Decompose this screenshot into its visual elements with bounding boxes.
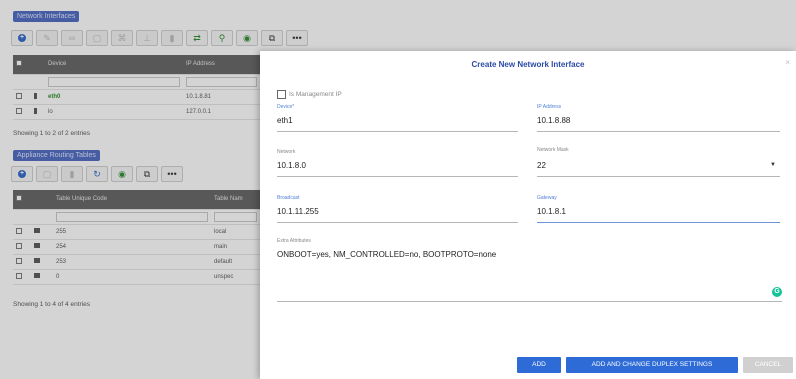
add-and-change-duplex-button[interactable]: ADD AND CHANGE DUPLEX SETTINGS: [566, 357, 738, 373]
device-field[interactable]: Device* eth1: [277, 104, 518, 134]
network-mask-select[interactable]: 22: [537, 161, 546, 170]
caret-down-icon[interactable]: ▼: [770, 162, 776, 168]
broadcast-label: Broadcast: [277, 195, 300, 201]
network-field[interactable]: Network 10.1.8.0: [277, 149, 518, 179]
broadcast-field[interactable]: Broadcast 10.1.11.255: [277, 195, 518, 225]
gateway-label: Gateway: [537, 195, 557, 201]
extra-attributes-textarea[interactable]: ONBOOT=yes, NM_CONTROLLED=no, BOOTPROTO=…: [277, 250, 496, 259]
ip-address-input[interactable]: 10.1.8.88: [537, 116, 570, 125]
cancel-button[interactable]: CANCEL: [743, 357, 793, 373]
create-network-interface-dialog: Create New Network Interface × Is Manage…: [260, 51, 796, 379]
management-ip-checkbox[interactable]: [277, 90, 286, 99]
dialog-title: Create New Network Interface: [471, 60, 585, 69]
extra-attributes-field[interactable]: Extra Attributes ONBOOT=yes, NM_CONTROLL…: [277, 238, 782, 304]
extra-attributes-label: Extra Attributes: [277, 238, 311, 244]
network-mask-field[interactable]: Network Mask 22 ▼: [537, 147, 780, 179]
ip-address-label: IP Address: [537, 104, 562, 110]
network-input[interactable]: 10.1.8.0: [277, 161, 306, 170]
gateway-input[interactable]: 10.1.8.1: [537, 207, 566, 216]
device-label: Device*: [277, 104, 295, 110]
network-mask-label: Network Mask: [537, 147, 569, 153]
management-ip-label: Is Management IP: [289, 91, 342, 98]
device-input[interactable]: eth1: [277, 116, 293, 125]
ip-address-field[interactable]: IP Address 10.1.8.88: [537, 104, 780, 134]
management-ip-option[interactable]: Is Management IP: [277, 90, 342, 99]
add-button[interactable]: ADD: [517, 357, 561, 373]
close-icon[interactable]: ×: [785, 58, 790, 67]
grammarly-icon[interactable]: G: [772, 287, 782, 297]
network-label: Network: [277, 149, 296, 155]
gateway-field[interactable]: Gateway 10.1.8.1: [537, 195, 780, 225]
broadcast-input[interactable]: 10.1.11.255: [277, 207, 319, 216]
